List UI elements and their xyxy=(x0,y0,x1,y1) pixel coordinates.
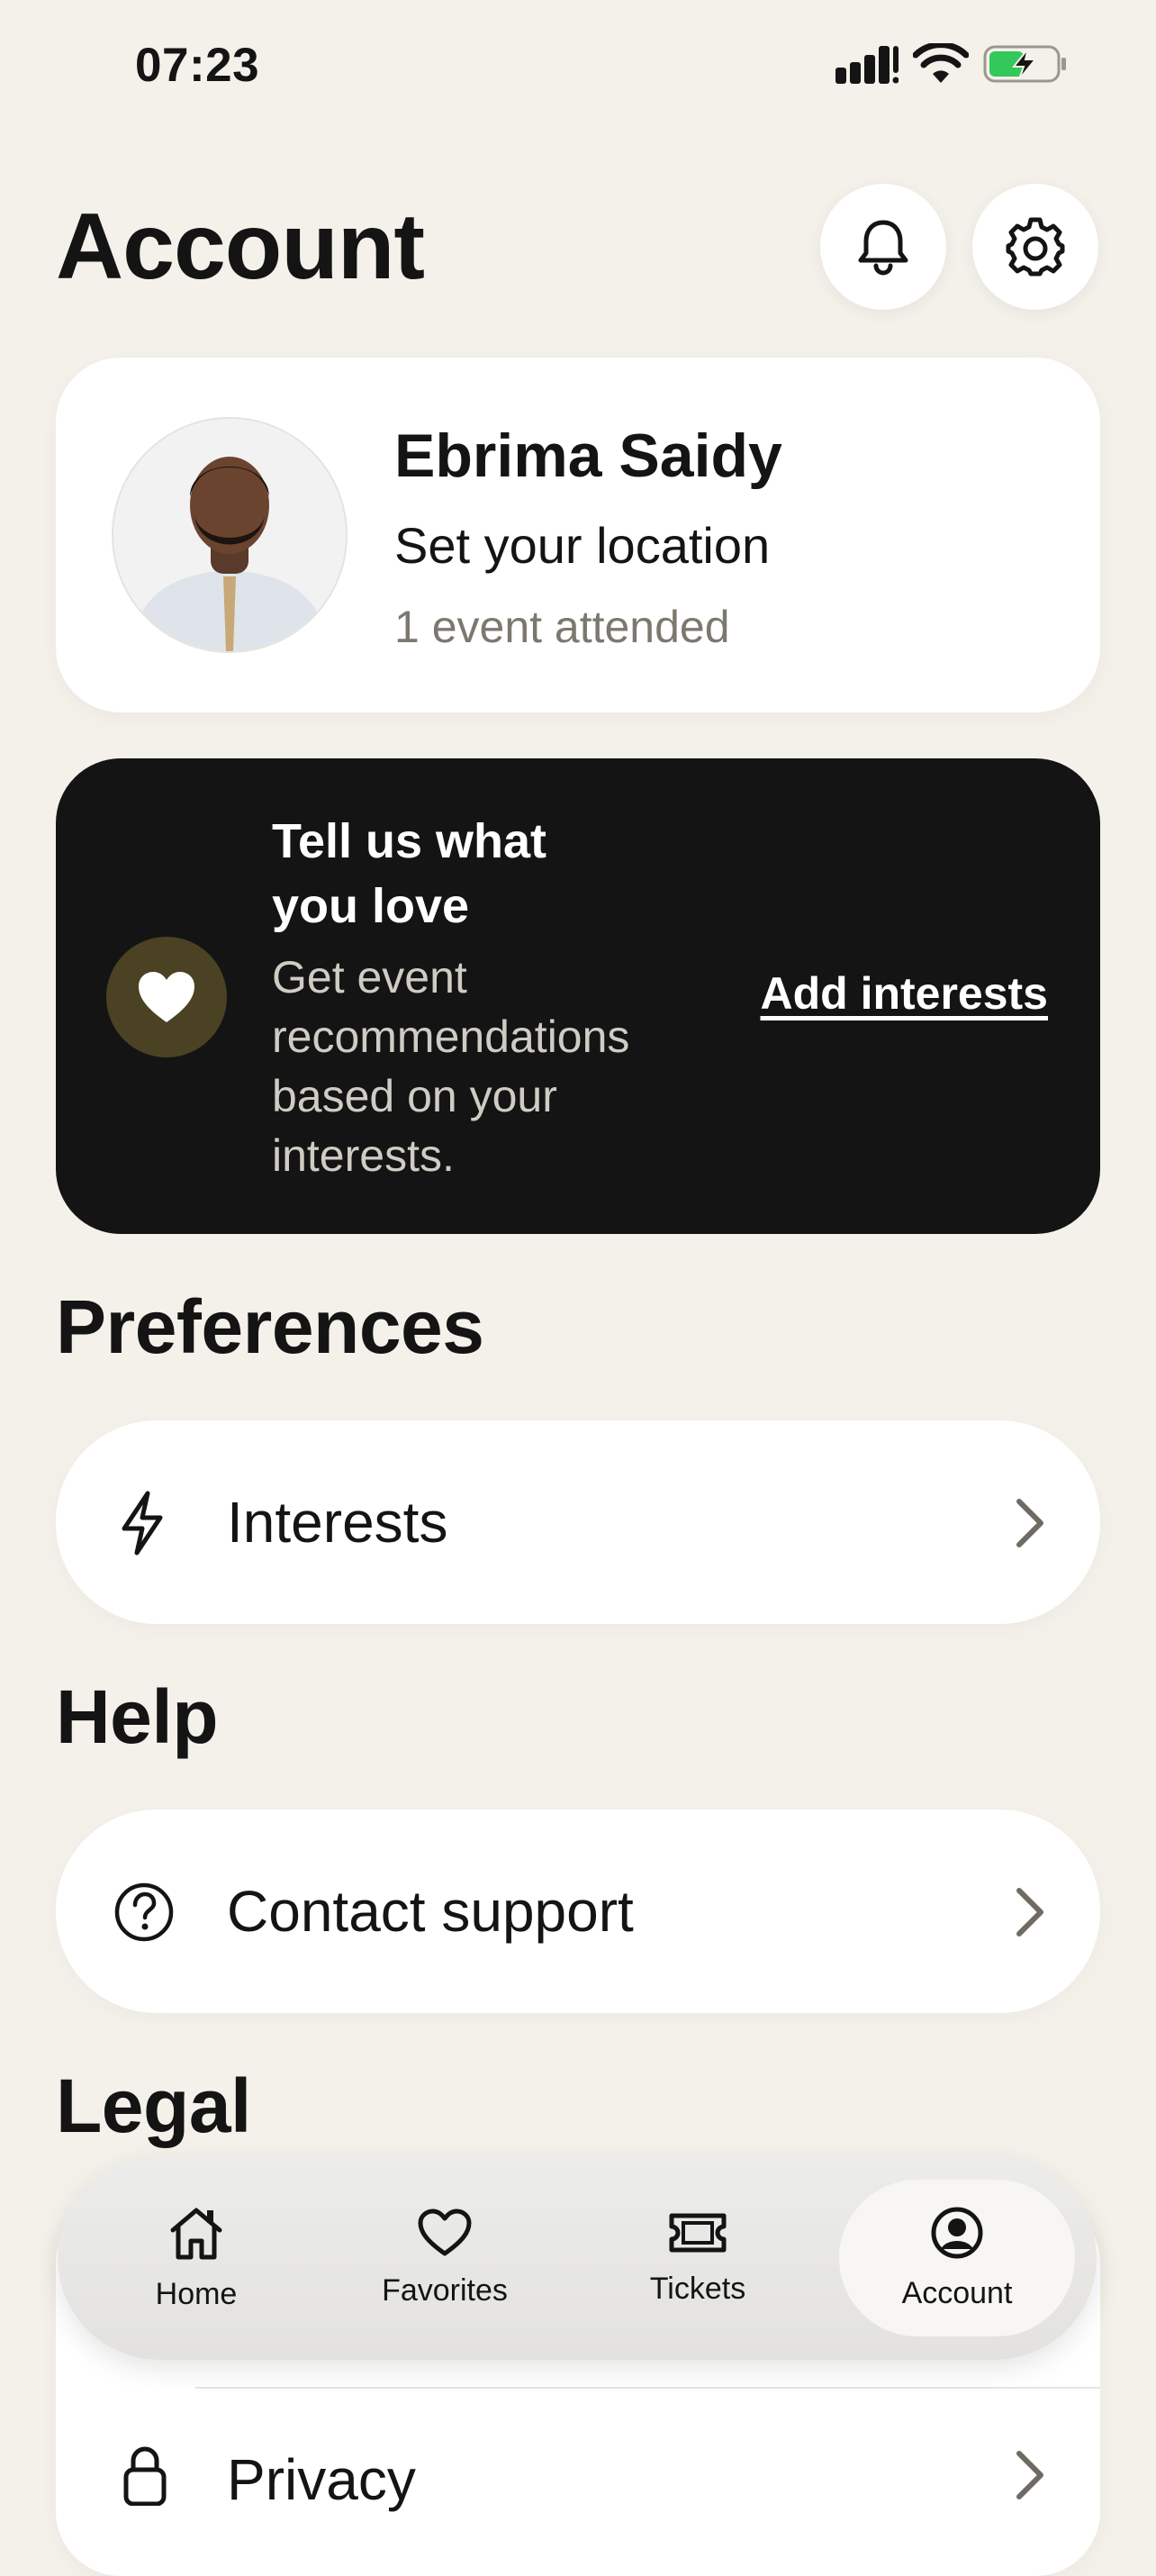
account-icon xyxy=(931,2207,983,2258)
add-interests-link[interactable]: Add interests xyxy=(760,967,1048,1020)
chevron-right-icon xyxy=(1016,2451,1043,2499)
battery-icon xyxy=(983,45,1066,83)
promo-subtitle-line: recommendations xyxy=(272,1011,630,1062)
page-title: Account xyxy=(56,195,425,299)
promo-subtitle: Get event recommendations based on your … xyxy=(272,948,629,1185)
notifications-button[interactable] xyxy=(820,184,946,310)
tab-label: Home xyxy=(155,2276,238,2311)
avatar xyxy=(112,417,348,653)
promo-subtitle-line: interests. xyxy=(272,1130,455,1181)
home-icon xyxy=(170,2208,222,2259)
promo-title: Tell us what you love xyxy=(272,809,546,939)
wifi-icon xyxy=(913,43,969,83)
promo-title-line: you love xyxy=(272,879,470,933)
row-label: Privacy xyxy=(227,2447,416,2512)
interests-row[interactable]: Interests xyxy=(56,1420,1100,1624)
privacy-row[interactable]: Privacy xyxy=(56,2425,1100,2551)
section-title-preferences: Preferences xyxy=(56,1284,484,1369)
tab-tickets[interactable]: Tickets xyxy=(595,2156,800,2360)
lock-icon xyxy=(123,2446,167,2506)
profile-card[interactable]: Ebrima Saidy Set your location 1 event a… xyxy=(56,358,1100,712)
gear-icon xyxy=(1006,217,1065,277)
interests-promo-card: Tell us what you love Get event recommen… xyxy=(56,758,1100,1234)
help-circle-icon xyxy=(114,1882,174,1942)
heart-outline-icon xyxy=(418,2209,472,2255)
chevron-right-icon xyxy=(1016,1499,1043,1547)
section-title-legal: Legal xyxy=(56,2064,251,2148)
avatar-photo xyxy=(113,419,346,651)
section-title-help: Help xyxy=(56,1674,219,1759)
tab-favorites[interactable]: Favorites xyxy=(342,2156,547,2360)
contact-support-row[interactable]: Contact support xyxy=(56,1810,1100,2013)
tab-label: Tickets xyxy=(649,2271,746,2306)
bolt-icon xyxy=(122,1491,163,1556)
heart-badge xyxy=(106,937,227,1057)
chevron-right-icon xyxy=(1016,1888,1043,1937)
events-attended: 1 event attended xyxy=(394,602,730,652)
status-icons xyxy=(835,43,1070,85)
divider xyxy=(195,2387,1100,2389)
tab-label: Account xyxy=(901,2275,1013,2310)
tab-home[interactable]: Home xyxy=(94,2156,299,2360)
tab-bar: Home Favorites Tickets Account xyxy=(58,2156,1097,2360)
promo-subtitle-line: Get event xyxy=(272,952,467,1002)
promo-title-line: Tell us what xyxy=(272,814,547,868)
row-label: Interests xyxy=(227,1490,448,1555)
ticket-icon xyxy=(669,2213,727,2252)
tab-label: Favorites xyxy=(382,2272,508,2308)
settings-button[interactable] xyxy=(972,184,1098,310)
bell-icon xyxy=(858,220,908,276)
set-location-link[interactable]: Set your location xyxy=(394,516,770,575)
profile-name: Ebrima Saidy xyxy=(394,422,782,490)
status-time: 07:23 xyxy=(135,39,260,92)
heart-icon xyxy=(139,972,194,1022)
promo-subtitle-line: based on your xyxy=(272,1071,557,1121)
signal-icon xyxy=(835,46,899,84)
tab-account[interactable]: Account xyxy=(854,2156,1060,2360)
row-label: Contact support xyxy=(227,1879,634,1944)
